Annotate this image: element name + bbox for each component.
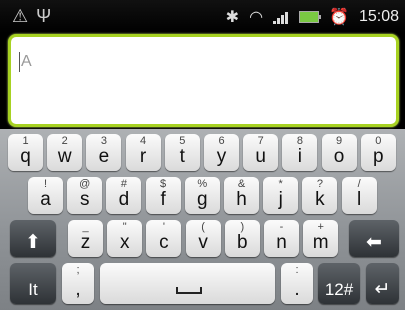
wifi-icon: ◠ — [249, 9, 264, 26]
key-u[interactable]: 7u — [243, 134, 279, 171]
key-x-label: x — [119, 232, 130, 253]
key-c-label: c — [159, 232, 169, 253]
key-x[interactable]: " x — [107, 220, 143, 257]
key-q[interactable]: 1q — [8, 134, 43, 171]
usb-icon: Ψ — [36, 6, 52, 26]
key-n-label: n — [276, 232, 287, 253]
key-c[interactable]: ' c — [146, 220, 182, 257]
language-key[interactable]: It — [10, 263, 56, 304]
period-key-label: . — [294, 279, 300, 300]
text-input[interactable]: A — [8, 34, 399, 127]
key-f[interactable]: $ f — [145, 177, 181, 214]
key-h-label: h — [236, 189, 247, 210]
key-m-label: m — [312, 232, 329, 253]
key-t-label: t — [179, 146, 185, 167]
key-g-label: g — [197, 189, 208, 210]
key-v-label: v — [198, 232, 208, 253]
enter-key-label: ↵ — [374, 279, 391, 300]
key-z[interactable]: _ z — [68, 220, 103, 257]
key-z-label: z — [80, 232, 91, 253]
punctuation-key[interactable]: ;, — [62, 263, 94, 304]
key-l-label: l — [356, 189, 362, 210]
battery-icon — [299, 11, 322, 23]
key-i[interactable]: 8i — [282, 134, 318, 171]
key-j-label: j — [278, 189, 283, 210]
key-b-label: b — [237, 232, 248, 253]
punctuation-key-label: , — [75, 279, 81, 300]
key-w-label: w — [57, 146, 72, 167]
key-s[interactable]: @ s — [67, 177, 103, 214]
period-key-secondary: : — [295, 264, 299, 276]
key-o-label: o — [333, 146, 345, 167]
key-r-label: r — [139, 146, 147, 167]
language-key-label: It — [28, 280, 38, 299]
key-q-label: q — [20, 146, 31, 167]
symbols-key[interactable]: 12# — [318, 263, 360, 304]
alarm-icon: ⏰ — [329, 9, 349, 26]
key-i-label: i — [297, 146, 302, 167]
enter-key[interactable]: ↵ — [366, 263, 399, 304]
space-bar-glyph — [176, 287, 202, 294]
key-h[interactable]: & h — [224, 177, 259, 214]
key-o[interactable]: 9o — [321, 134, 357, 171]
key-v[interactable]: (v — [185, 220, 221, 257]
status-time: 15:08 — [358, 8, 399, 25]
punctuation-key-secondary: ; — [76, 264, 80, 276]
key-w[interactable]: 2w — [47, 134, 83, 171]
key-b[interactable]: ) b — [224, 220, 260, 257]
text-cursor — [19, 52, 20, 72]
key-e-label: e — [98, 146, 110, 167]
text-input-value: A — [21, 53, 32, 70]
status-left: ⚠ Ψ — [12, 6, 59, 27]
key-y-label: y — [216, 146, 227, 167]
key-k[interactable]: ? k — [302, 177, 338, 214]
key-r[interactable]: 4r — [125, 134, 161, 171]
key-t[interactable]: 5t — [164, 134, 200, 171]
status-right: ✱ ◠ ⏰ 15:08 — [216, 7, 399, 27]
space-key[interactable] — [100, 263, 275, 304]
shift-key-label: ⬆ — [25, 232, 41, 253]
key-u-label: u — [255, 146, 266, 167]
symbols-key-label: 12# — [324, 280, 354, 299]
key-j[interactable]: * j — [263, 177, 299, 214]
key-k-label: k — [315, 189, 325, 210]
key-p-label: p — [373, 146, 384, 167]
period-key[interactable]: :. — [281, 263, 313, 304]
key-e[interactable]: 3e — [86, 134, 122, 171]
bluetooth-icon: ✱ — [225, 9, 240, 26]
key-n[interactable]: -n — [264, 220, 299, 257]
key-g[interactable]: % g — [184, 177, 220, 214]
soft-keyboard: 1 q 2 w 3 e 4 r 5 t 6 y 7 u 8 i 9 o 0 p ! a @ s # d $ f% g & h * j? k / l ⬆ _… — [0, 129, 405, 310]
backspace-key[interactable]: ⬅ — [349, 220, 399, 257]
signal-icon — [273, 10, 289, 24]
key-y[interactable]: 6y — [204, 134, 239, 171]
key-s-label: s — [79, 189, 90, 210]
status-bar: ⚠ Ψ ✱ ◠ ⏰ 15:08 — [0, 0, 405, 33]
key-p[interactable]: 0p — [360, 134, 396, 171]
key-d[interactable]: # d — [106, 177, 142, 214]
shift-key[interactable]: ⬆ — [10, 220, 56, 257]
backspace-key-label: ⬅ — [366, 232, 382, 253]
key-a[interactable]: ! a — [28, 177, 63, 214]
key-d-label: d — [118, 189, 130, 210]
key-l[interactable]: / l — [341, 177, 377, 214]
warning-icon: ⚠ — [12, 6, 29, 26]
key-m[interactable]: + m — [303, 220, 339, 257]
key-f-label: f — [160, 189, 166, 210]
key-a-label: a — [40, 189, 51, 210]
